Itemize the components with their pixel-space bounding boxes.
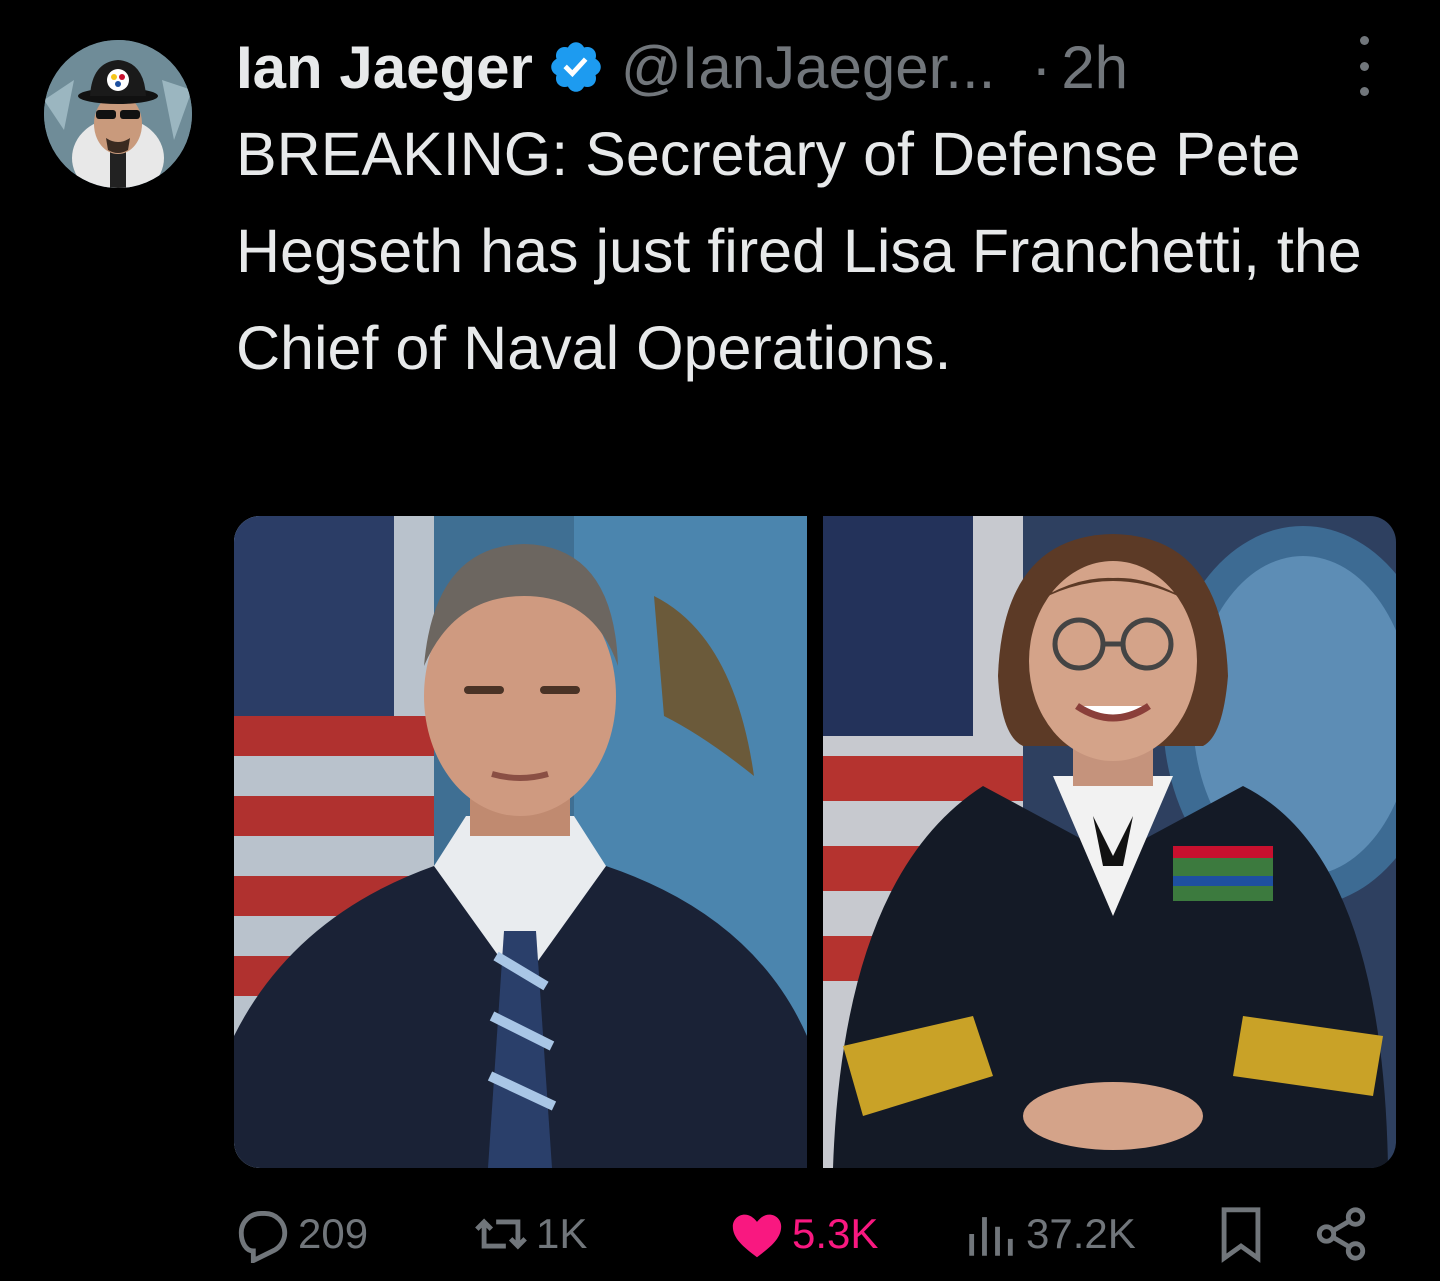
portrait-woman-in-navy-uniform-image (823, 516, 1396, 1168)
repost-icon (475, 1218, 527, 1250)
view-count: 37.2K (1026, 1210, 1136, 1257)
reply-count: 209 (298, 1210, 369, 1257)
views-analytics-icon (969, 1217, 1013, 1256)
tweet-text: BREAKING: Secretary of Defense Pete Hegs… (236, 120, 1362, 382)
like-button[interactable]: 5.3K (728, 1205, 878, 1263)
tweet-timestamp[interactable]: 2h (1061, 33, 1128, 102)
reply-icon (238, 1211, 288, 1263)
tweet-media[interactable] (234, 516, 1396, 1168)
share-icon (1316, 1207, 1366, 1261)
photo-left[interactable] (234, 516, 807, 1168)
tweet-header: Ian Jaeger @IanJaeger... · 2h (236, 22, 1128, 112)
repost-count: 1K (536, 1210, 588, 1257)
repost-button[interactable]: 1K (472, 1205, 587, 1263)
avatar-image (44, 40, 192, 188)
photo-right[interactable] (823, 516, 1396, 1168)
views-button[interactable]: 37.2K (962, 1205, 1136, 1263)
author-name[interactable]: Ian Jaeger (236, 33, 533, 102)
tweet-action-bar: 209 1K 5.3K 37.2K (234, 1202, 1374, 1266)
more-options-icon[interactable] (1350, 36, 1378, 96)
reply-button[interactable]: 209 (234, 1205, 368, 1263)
verified-badge-icon (551, 42, 601, 92)
author-avatar[interactable] (44, 40, 192, 188)
heart-filled-icon (732, 1214, 782, 1258)
bookmark-button[interactable] (1216, 1205, 1272, 1263)
author-handle[interactable]: @IanJaeger... (621, 33, 995, 102)
portrait-man-in-suit-image (234, 516, 807, 1168)
bookmark-icon (1221, 1207, 1261, 1263)
like-count: 5.3K (792, 1210, 879, 1257)
time-separator: · (1031, 33, 1052, 101)
share-button[interactable] (1312, 1205, 1376, 1263)
